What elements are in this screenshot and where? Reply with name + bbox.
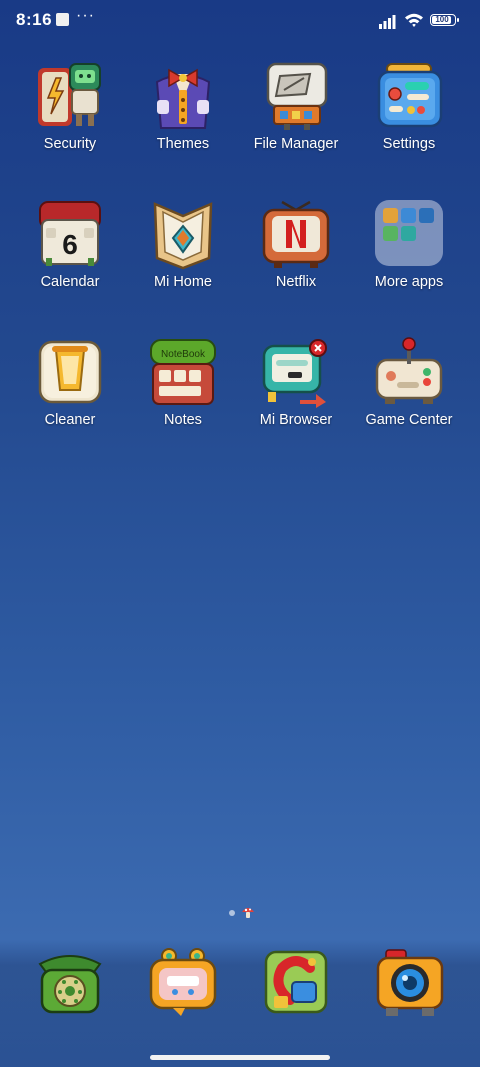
dock-camera[interactable] bbox=[374, 946, 446, 1018]
app-label: Security bbox=[43, 136, 97, 152]
app-mi-browser[interactable]: Mi Browser bbox=[240, 336, 352, 456]
app-label: Mi Home bbox=[153, 274, 212, 290]
notes-icon: NoteBook bbox=[150, 339, 216, 405]
battery-level: 100 bbox=[435, 15, 449, 24]
notification-icon bbox=[56, 13, 69, 26]
mushroom-page-icon bbox=[242, 908, 254, 918]
cleaner-icon bbox=[38, 340, 102, 404]
app-label: Netflix bbox=[275, 274, 317, 290]
app-label: Calendar bbox=[40, 274, 100, 290]
dock-phone[interactable] bbox=[34, 946, 106, 1018]
app-calendar[interactable]: 6 Calendar bbox=[14, 198, 126, 318]
app-label: Settings bbox=[382, 136, 436, 152]
app-game-center[interactable]: Game Center bbox=[353, 336, 465, 456]
notebook-label: NoteBook bbox=[161, 349, 206, 360]
more-notifications-icon: ··· bbox=[76, 7, 95, 24]
app-label: Themes bbox=[156, 136, 210, 152]
clock: 8:16 bbox=[16, 10, 53, 29]
browser-icon bbox=[264, 950, 328, 1014]
app-label: File Manager bbox=[253, 136, 339, 152]
wifi-icon bbox=[405, 13, 423, 27]
file-manager-icon bbox=[266, 62, 328, 130]
app-mi-home[interactable]: Mi Home bbox=[127, 198, 239, 318]
page-indicator[interactable] bbox=[0, 905, 480, 919]
app-file-manager[interactable]: File Manager bbox=[240, 60, 352, 180]
app-label: Game Center bbox=[365, 412, 453, 428]
game-center-icon bbox=[375, 337, 443, 404]
calendar-icon: 6 bbox=[39, 201, 101, 266]
home-indicator[interactable] bbox=[150, 1055, 330, 1060]
page-dot bbox=[229, 910, 235, 916]
app-security[interactable]: Security bbox=[14, 60, 126, 180]
folder-icon bbox=[375, 200, 443, 266]
app-notes[interactable]: NoteBook Notes bbox=[127, 336, 239, 456]
netflix-icon bbox=[262, 200, 330, 268]
cellular-signal-icon bbox=[379, 15, 396, 29]
security-icon bbox=[38, 63, 101, 126]
app-cleaner[interactable]: Cleaner bbox=[14, 336, 126, 456]
app-label: Notes bbox=[164, 412, 202, 428]
app-themes[interactable]: Themes bbox=[127, 60, 239, 180]
battery-icon: 100 bbox=[430, 14, 459, 26]
app-label: Cleaner bbox=[44, 412, 96, 428]
phone-icon bbox=[38, 955, 102, 1014]
themes-icon bbox=[155, 68, 211, 129]
app-label: Mi Browser bbox=[259, 412, 333, 428]
app-netflix[interactable]: Netflix bbox=[240, 198, 352, 318]
settings-icon bbox=[377, 63, 443, 128]
status-bar: 8:16 ··· 100 bbox=[0, 0, 480, 44]
mi-home-icon bbox=[153, 202, 213, 270]
app-label: More apps bbox=[374, 274, 444, 290]
camera-icon bbox=[376, 949, 444, 1016]
dock-browser[interactable] bbox=[260, 946, 332, 1018]
calendar-day: 6 bbox=[62, 229, 78, 260]
mi-browser-icon bbox=[262, 339, 327, 408]
app-settings[interactable]: Settings bbox=[353, 60, 465, 180]
dock-messaging[interactable] bbox=[147, 946, 219, 1018]
folder-more-apps[interactable]: More apps bbox=[353, 198, 465, 318]
messaging-icon bbox=[149, 948, 217, 1016]
